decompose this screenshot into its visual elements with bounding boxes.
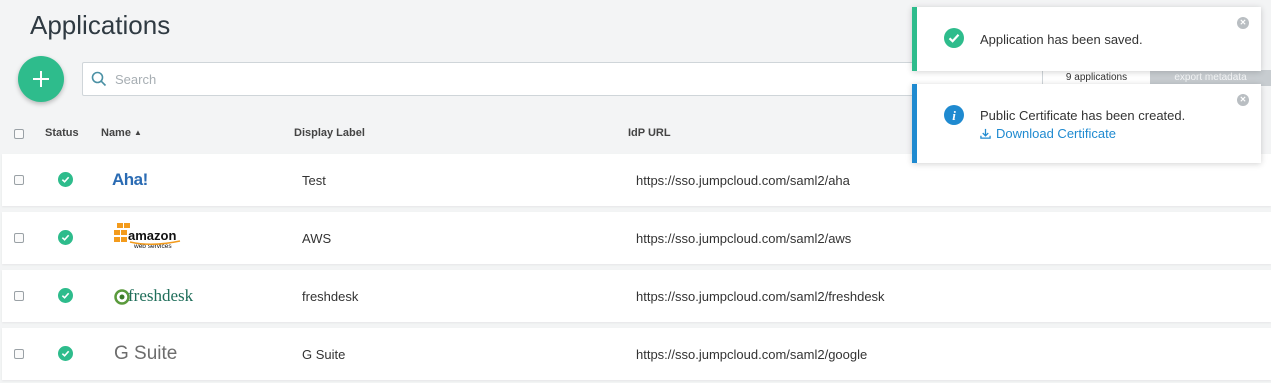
sort-ascending-icon: ▲ xyxy=(133,128,142,137)
table-row[interactable]: G Suite G Suite https://sso.jumpcloud.co… xyxy=(2,328,1271,380)
display-label: AWS xyxy=(302,231,332,246)
status-active-icon xyxy=(58,288,73,303)
column-name[interactable]: Name ▲ xyxy=(101,127,142,139)
select-all-checkbox[interactable] xyxy=(14,129,24,139)
status-active-icon xyxy=(58,172,73,187)
row-checkbox[interactable] xyxy=(14,233,24,243)
download-certificate-link[interactable]: Download Certificate xyxy=(980,126,1116,141)
download-certificate-label: Download Certificate xyxy=(996,126,1116,141)
display-label: G Suite xyxy=(302,347,346,362)
info-icon: i xyxy=(944,105,964,130)
toast-message: Application has been saved. xyxy=(980,32,1143,47)
row-checkbox[interactable] xyxy=(14,291,24,301)
toast-accent-bar xyxy=(912,7,917,71)
toast-accent-bar xyxy=(912,84,917,163)
close-icon[interactable]: ✕ xyxy=(1237,94,1249,106)
close-icon[interactable]: ✕ xyxy=(1237,17,1249,29)
column-status[interactable]: Status xyxy=(45,127,79,139)
g-suite-logo: G Suite xyxy=(114,343,178,364)
display-label: freshdesk xyxy=(302,289,359,304)
row-checkbox[interactable] xyxy=(14,175,24,185)
check-circle-icon xyxy=(944,28,964,53)
status-active-icon xyxy=(58,346,73,361)
idp-url: https://sso.jumpcloud.com/saml2/aha xyxy=(636,173,850,188)
download-icon xyxy=(980,128,991,139)
page-title: Applications xyxy=(30,10,171,40)
amazon-web-services-logo: amazon web services xyxy=(114,221,186,253)
plus-icon xyxy=(33,71,49,87)
search-icon xyxy=(91,71,107,87)
add-application-button[interactable] xyxy=(18,56,64,102)
column-idp-url[interactable]: IdP URL xyxy=(628,127,671,139)
column-display-label[interactable]: Display Label xyxy=(294,127,365,139)
info-toast: i Public Certificate has been created. D… xyxy=(912,84,1261,163)
status-active-icon xyxy=(58,230,73,245)
column-name-label: Name xyxy=(101,127,131,139)
search-input[interactable] xyxy=(115,71,1015,87)
idp-url: https://sso.jumpcloud.com/saml2/freshdes… xyxy=(636,289,885,304)
table-row[interactable]: freshdesk freshdesk https://sso.jumpclou… xyxy=(2,270,1271,322)
success-toast: Application has been saved. ✕ xyxy=(912,7,1261,71)
toast-message: Public Certificate has been created. xyxy=(980,108,1186,123)
aha-logo: Aha! xyxy=(112,170,148,189)
svg-text:amazon: amazon xyxy=(128,228,176,243)
display-label: Test xyxy=(302,173,326,188)
svg-text:i: i xyxy=(952,108,956,123)
idp-url: https://sso.jumpcloud.com/saml2/aws xyxy=(636,231,852,246)
freshdesk-logo: freshdesk xyxy=(114,280,193,312)
row-checkbox[interactable] xyxy=(14,349,24,359)
table-row[interactable]: amazon web services AWS https://sso.jump… xyxy=(2,212,1271,264)
idp-url: https://sso.jumpcloud.com/saml2/google xyxy=(636,347,868,362)
